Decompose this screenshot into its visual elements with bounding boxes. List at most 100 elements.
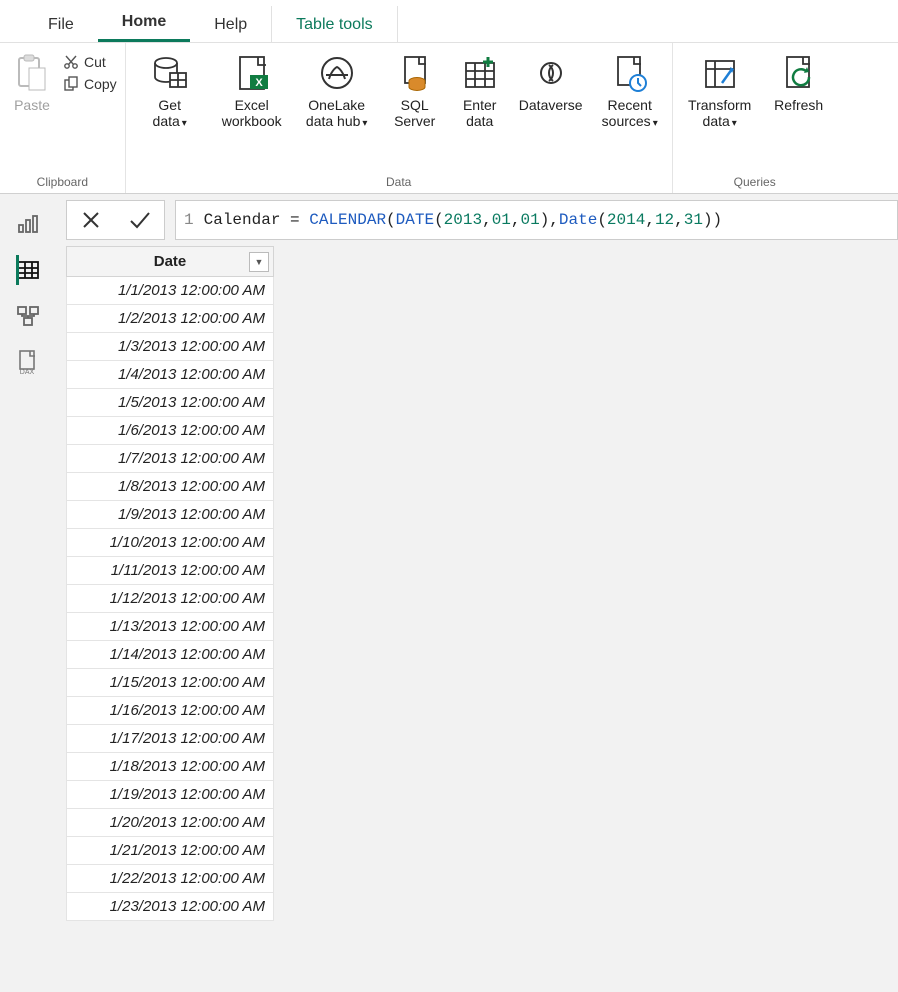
date-cell[interactable]: 1/15/2013 12:00:00 AM: [67, 669, 274, 697]
chevron-down-icon: ▾: [732, 118, 737, 129]
formula-line-number: 1: [184, 211, 194, 229]
date-cell[interactable]: 1/20/2013 12:00:00 AM: [67, 809, 274, 837]
tab-home[interactable]: Home: [98, 3, 190, 42]
date-cell[interactable]: 1/18/2013 12:00:00 AM: [67, 753, 274, 781]
date-cell[interactable]: 1/7/2013 12:00:00 AM: [67, 445, 274, 473]
date-cell[interactable]: 1/3/2013 12:00:00 AM: [67, 333, 274, 361]
table-row[interactable]: 1/13/2013 12:00:00 AM: [67, 613, 274, 641]
refresh-button[interactable]: Refresh: [769, 47, 829, 163]
formula-input[interactable]: 1Calendar = CALENDAR(DATE(2013,01,01),Da…: [175, 200, 898, 240]
date-cell[interactable]: 1/14/2013 12:00:00 AM: [67, 641, 274, 669]
table-row[interactable]: 1/14/2013 12:00:00 AM: [67, 641, 274, 669]
refresh-l1: Refresh: [774, 97, 823, 113]
date-cell[interactable]: 1/13/2013 12:00:00 AM: [67, 613, 274, 641]
date-cell[interactable]: 1/5/2013 12:00:00 AM: [67, 389, 274, 417]
tab-help[interactable]: Help: [190, 6, 271, 42]
table-row[interactable]: 1/2/2013 12:00:00 AM: [67, 305, 274, 333]
transform-data-button[interactable]: Transformdata▾: [681, 47, 759, 163]
table-row[interactable]: 1/15/2013 12:00:00 AM: [67, 669, 274, 697]
ribbon-tabs: File Home Help Table tools: [0, 0, 898, 43]
table-row[interactable]: 1/5/2013 12:00:00 AM: [67, 389, 274, 417]
report-view-icon[interactable]: [16, 212, 40, 236]
transform-l2: data: [703, 113, 730, 129]
date-cell[interactable]: 1/22/2013 12:00:00 AM: [67, 865, 274, 893]
table-row[interactable]: 1/22/2013 12:00:00 AM: [67, 865, 274, 893]
table-row[interactable]: 1/7/2013 12:00:00 AM: [67, 445, 274, 473]
table-row[interactable]: 1/8/2013 12:00:00 AM: [67, 473, 274, 501]
enter-l2: data: [466, 113, 493, 129]
ribbon: Paste Cut Copy: [0, 43, 898, 194]
date-cell[interactable]: 1/4/2013 12:00:00 AM: [67, 361, 274, 389]
table-row[interactable]: 1/21/2013 12:00:00 AM: [67, 837, 274, 865]
table-row[interactable]: 1/3/2013 12:00:00 AM: [67, 333, 274, 361]
database-icon: [150, 53, 190, 93]
data-grid: Date ▼ 1/1/2013 12:00:00 AM1/2/2013 12:0…: [56, 246, 898, 921]
recent-sources-button[interactable]: Recentsources▾: [596, 47, 664, 163]
table-row[interactable]: 1/19/2013 12:00:00 AM: [67, 781, 274, 809]
ribbon-group-queries: Transformdata▾ Refresh Queries: [673, 43, 837, 193]
recent-l1: Recent: [608, 97, 652, 113]
date-cell[interactable]: 1/12/2013 12:00:00 AM: [67, 585, 274, 613]
group-label-data: Data: [386, 173, 411, 191]
table-row[interactable]: 1/11/2013 12:00:00 AM: [67, 557, 274, 585]
date-cell[interactable]: 1/23/2013 12:00:00 AM: [67, 893, 274, 921]
date-cell[interactable]: 1/17/2013 12:00:00 AM: [67, 725, 274, 753]
formula-commit-box: [66, 200, 165, 240]
table-row[interactable]: 1/9/2013 12:00:00 AM: [67, 501, 274, 529]
table-row[interactable]: 1/10/2013 12:00:00 AM: [67, 529, 274, 557]
sql-server-button[interactable]: SQLServer: [386, 47, 444, 163]
table-row[interactable]: 1/23/2013 12:00:00 AM: [67, 893, 274, 921]
group-label-queries: Queries: [734, 173, 776, 191]
ribbon-group-clipboard: Paste Cut Copy: [0, 43, 126, 193]
group-label-clipboard: Clipboard: [37, 173, 88, 191]
date-cell[interactable]: 1/16/2013 12:00:00 AM: [67, 697, 274, 725]
table-row[interactable]: 1/1/2013 12:00:00 AM: [67, 277, 274, 305]
onelake-l1: OneLake: [308, 97, 365, 113]
chevron-down-icon: ▾: [182, 118, 187, 129]
get-data-l2: data: [153, 113, 180, 129]
dataverse-icon: [531, 53, 571, 93]
ribbon-group-data: Getdata▾ X Excelworkbook OneLakedata hub…: [126, 43, 673, 193]
enter-data-icon: [460, 53, 500, 93]
column-header-date[interactable]: Date ▼: [67, 247, 274, 277]
get-data-button[interactable]: Getdata▾: [134, 47, 206, 163]
enter-data-button[interactable]: Enterdata: [454, 47, 506, 163]
column-filter-button[interactable]: ▼: [249, 252, 269, 272]
date-cell[interactable]: 1/11/2013 12:00:00 AM: [67, 557, 274, 585]
refresh-icon: [779, 53, 819, 93]
date-cell[interactable]: 1/6/2013 12:00:00 AM: [67, 417, 274, 445]
tab-table-tools[interactable]: Table tools: [271, 6, 398, 42]
model-view-icon[interactable]: [16, 304, 40, 328]
column-header-label: Date: [154, 253, 187, 270]
date-cell[interactable]: 1/8/2013 12:00:00 AM: [67, 473, 274, 501]
commit-formula-button[interactable]: [115, 201, 164, 239]
excel-workbook-button[interactable]: X Excelworkbook: [216, 47, 288, 163]
transform-icon: [700, 53, 740, 93]
date-cell[interactable]: 1/19/2013 12:00:00 AM: [67, 781, 274, 809]
table-row[interactable]: 1/17/2013 12:00:00 AM: [67, 725, 274, 753]
table-row[interactable]: 1/12/2013 12:00:00 AM: [67, 585, 274, 613]
dataverse-button[interactable]: Dataverse: [516, 47, 586, 163]
date-cell[interactable]: 1/9/2013 12:00:00 AM: [67, 501, 274, 529]
table-row[interactable]: 1/20/2013 12:00:00 AM: [67, 809, 274, 837]
date-cell[interactable]: 1/2/2013 12:00:00 AM: [67, 305, 274, 333]
table-row[interactable]: 1/4/2013 12:00:00 AM: [67, 361, 274, 389]
dax-query-view-icon[interactable]: DAX: [16, 350, 40, 374]
table-row[interactable]: 1/18/2013 12:00:00 AM: [67, 753, 274, 781]
onelake-icon: [317, 53, 357, 93]
excel-l2: workbook: [222, 113, 282, 129]
data-view-icon[interactable]: [16, 258, 40, 282]
date-cell[interactable]: 1/1/2013 12:00:00 AM: [67, 277, 274, 305]
date-cell[interactable]: 1/21/2013 12:00:00 AM: [67, 837, 274, 865]
cut-button[interactable]: Cut: [62, 53, 117, 71]
tab-file[interactable]: File: [24, 6, 98, 42]
date-cell[interactable]: 1/10/2013 12:00:00 AM: [67, 529, 274, 557]
work-area: DAX 1Calendar = CALENDAR(DATE(2013,01,01…: [0, 194, 898, 992]
cancel-formula-button[interactable]: [67, 201, 115, 239]
table-row[interactable]: 1/16/2013 12:00:00 AM: [67, 697, 274, 725]
copy-button[interactable]: Copy: [62, 75, 117, 93]
table-row[interactable]: 1/6/2013 12:00:00 AM: [67, 417, 274, 445]
get-data-l1: Get: [158, 97, 181, 113]
onelake-button[interactable]: OneLakedata hub▾: [298, 47, 376, 163]
main-panel: 1Calendar = CALENDAR(DATE(2013,01,01),Da…: [56, 194, 898, 992]
